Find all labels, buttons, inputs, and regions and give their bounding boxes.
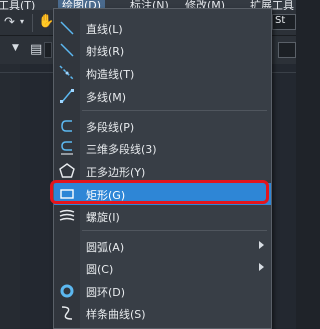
properties-field[interactable] [278, 42, 296, 58]
layer-manager-icon[interactable]: ▤ [30, 43, 42, 56]
menu-item-label: 正多边形(Y) [86, 166, 146, 179]
menu-item-label: 螺旋(I) [86, 211, 120, 224]
submenu-arrow-icon [259, 241, 264, 249]
menu-tools[interactable]: 工具(T) [0, 0, 35, 10]
menu-item-label: 构造线(T) [86, 68, 135, 81]
menu-separator [82, 230, 267, 231]
menu-item-label: 圆环(D) [86, 286, 126, 299]
menu-item-helix[interactable]: 螺旋(I) [54, 205, 271, 227]
layer-dropdown-icon[interactable]: ▼ [12, 44, 19, 53]
text-style-value: St [275, 15, 286, 26]
menu-item-label: 射线(R) [86, 45, 125, 58]
menu-item-ray[interactable]: 射线(R) [54, 39, 271, 61]
construction-line-icon [59, 65, 75, 81]
polygon-icon [59, 163, 75, 178]
menu-separator [82, 110, 267, 111]
redo-icon[interactable]: ↷ [4, 16, 15, 29]
3d-polyline-icon [61, 141, 73, 155]
menu-item-label: 矩形(G) [86, 189, 126, 202]
menu-item-circle[interactable]: 圆(C) [54, 257, 271, 279]
menu-item-polygon[interactable]: 正多边形(Y) [54, 160, 271, 182]
menu-item-donut[interactable]: 圆环(D) [54, 280, 271, 302]
polyline-icon [61, 120, 72, 132]
text-style-field[interactable]: St [272, 14, 296, 30]
menu-item-label: 圆弧(A) [86, 241, 125, 254]
toolbar-separator [32, 14, 33, 32]
helix-icon [59, 209, 75, 221]
menu-item-rectangle[interactable]: 矩形(G) [54, 183, 271, 205]
draw-menu: 直线(L) 射线(R) 构造线(T) 多线(M) 多段线(P) 三维多段线(3)… [53, 8, 272, 329]
line-icon [60, 21, 74, 35]
multiline-icon [60, 89, 74, 103]
menu-item-polyline[interactable]: 多段线(P) [54, 115, 271, 137]
donut-icon [60, 284, 74, 298]
menu-item-label: 圆(C) [86, 263, 114, 276]
canvas-left-strip [0, 64, 20, 329]
menu-item-label: 多段线(P) [86, 121, 135, 134]
submenu-arrow-icon [259, 263, 264, 271]
menu-item-line[interactable]: 直线(L) [54, 17, 271, 39]
menu-item-spline[interactable]: 样条曲线(S) [54, 302, 271, 324]
layer-field[interactable] [44, 42, 52, 58]
rectangle-icon [60, 189, 74, 199]
pan-hand-icon[interactable]: ✋ [38, 15, 54, 28]
menu-item-label: 三维多段线(3) [86, 143, 157, 156]
ray-icon [60, 43, 74, 57]
menu-item-label: 样条曲线(S) [86, 308, 146, 321]
menu-item-arc[interactable]: 圆弧(A) [54, 235, 271, 257]
menu-item-3d-polyline[interactable]: 三维多段线(3) [54, 137, 271, 159]
menu-item-multiline[interactable]: 多线(M) [54, 85, 271, 107]
menu-item-construction-line[interactable]: 构造线(T) [54, 62, 271, 84]
menu-item-label: 多线(M) [86, 91, 127, 104]
menu-item-label: 直线(L) [86, 23, 123, 36]
spline-icon [61, 306, 73, 320]
redo-dropdown-icon[interactable]: ▾ [20, 18, 24, 26]
